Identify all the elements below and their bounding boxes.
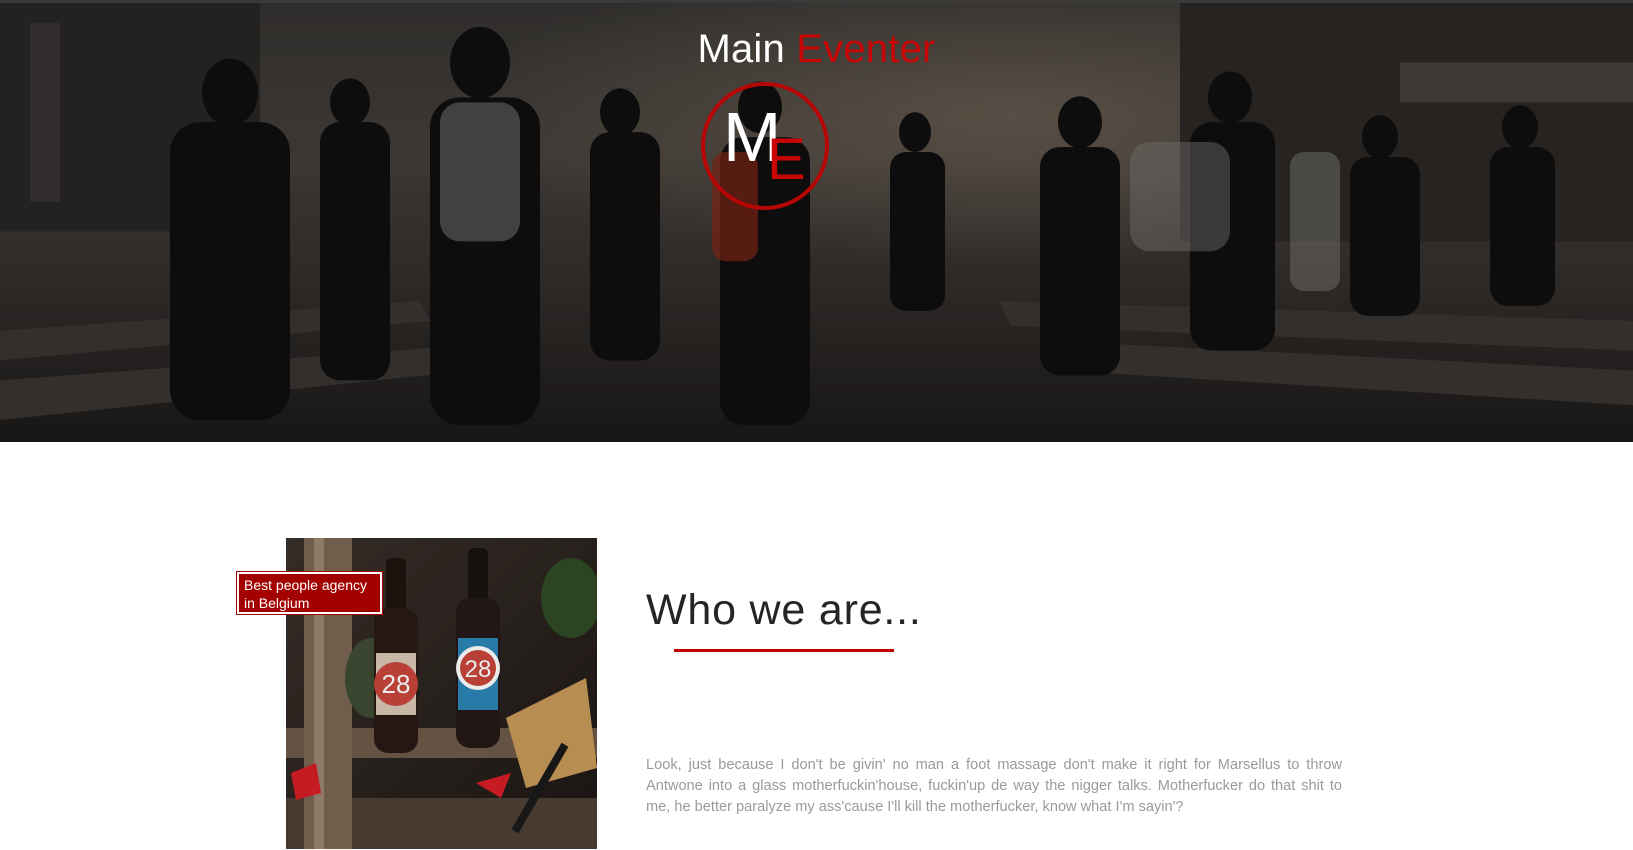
brand-word-main: Main — [697, 27, 785, 71]
hero-banner: Main Eventer M E — [0, 0, 1633, 442]
section-title: Who we are... — [646, 586, 922, 634]
brand-word-eventer: Eventer — [796, 27, 936, 71]
brand-title[interactable]: Main Eventer — [0, 25, 1633, 73]
agency-badge: Best people agency in Belgium — [237, 572, 382, 614]
badge-line-1: Best people agency — [244, 577, 367, 593]
logo-letter-e: E — [767, 127, 806, 192]
badge-line-2: in Belgium — [244, 595, 310, 611]
about-body-text: Look, just because I don't be givin' no … — [646, 757, 1342, 815]
logo-emblem[interactable]: M E — [701, 82, 829, 210]
title-underline — [674, 649, 894, 652]
